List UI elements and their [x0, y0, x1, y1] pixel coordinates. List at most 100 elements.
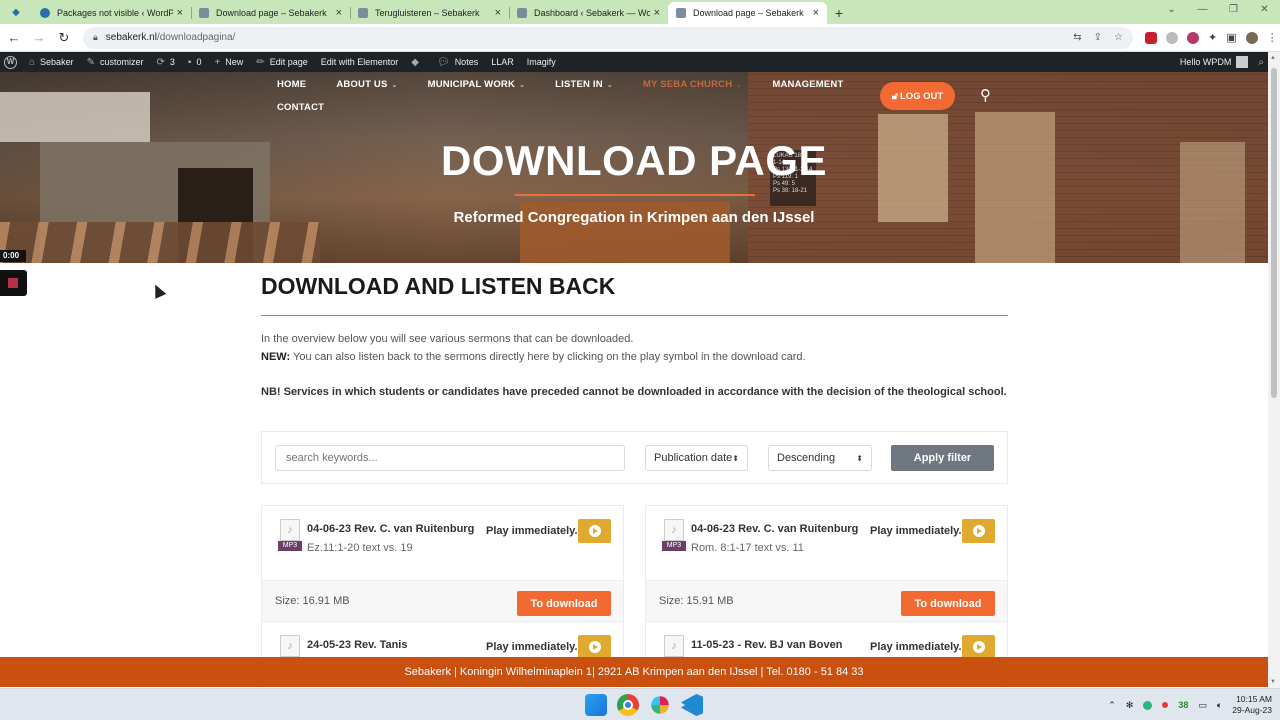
play-button[interactable]	[962, 519, 995, 543]
close-tab-icon[interactable]: ×	[813, 7, 819, 19]
lock-icon[interactable]: 🔒︎	[93, 32, 98, 43]
play-button[interactable]	[578, 635, 611, 659]
close-window-icon[interactable]: ✕	[1249, 0, 1280, 24]
address-bar[interactable]: 🔒︎ sebakerk.nl/downloadpagina/ ⇆ ⇪ ☆	[83, 26, 1133, 49]
browser-tab-5-active[interactable]: Download page – Sebakerk ×	[668, 2, 827, 24]
adminbar-notes[interactable]: 💬︎ Notes	[437, 57, 478, 68]
adminbar-customizer[interactable]: ✎ customizer	[87, 57, 144, 68]
slack-tray-icon[interactable]: ✻	[1126, 700, 1134, 711]
browser-menu-icon[interactable]: ⋮	[1267, 31, 1278, 44]
side-panel-icon[interactable]: ▣	[1226, 31, 1236, 44]
wordpress-logo-icon[interactable]: W	[4, 55, 17, 69]
play-button[interactable]	[962, 635, 995, 659]
nav-municipal-work[interactable]: MUNICIPAL WORK ⌄	[428, 79, 526, 90]
share-icon[interactable]: ⇪	[1094, 32, 1102, 43]
close-tab-icon[interactable]: ×	[495, 7, 501, 19]
download-button[interactable]: To download	[901, 591, 995, 616]
nav-management[interactable]: MANAGEMENT	[772, 79, 843, 90]
adminbar-imagify[interactable]: Imagify	[527, 57, 556, 67]
minimize-icon[interactable]: —	[1187, 0, 1218, 24]
translate-icon[interactable]: ⇆	[1073, 32, 1081, 43]
adminbar-site[interactable]: ⌂ Sebaker	[29, 57, 74, 68]
new-tab-icon[interactable]: +	[827, 2, 851, 24]
comment-icon: ▪	[187, 56, 192, 68]
reload-icon[interactable]: ↻	[53, 30, 75, 46]
logout-label: LOG OUT	[899, 90, 944, 102]
diamond-icon: ◆	[411, 56, 419, 68]
chevron-up-icon[interactable]: ⌃	[1108, 700, 1116, 711]
adminbar-diamond[interactable]: ◆	[411, 57, 424, 68]
page-scrollbar[interactable]: ▲ ▼	[1268, 52, 1280, 688]
chevron-down-icon[interactable]: ⌄	[1156, 0, 1187, 24]
search-input[interactable]	[275, 445, 625, 471]
play-button[interactable]	[578, 519, 611, 543]
slack-icon[interactable]	[651, 696, 669, 714]
nav-my-seba-church[interactable]: MY SEBA CHURCH ⌄	[643, 79, 742, 90]
nav-contact[interactable]: CONTACT	[277, 102, 324, 113]
tray-count[interactable]: 38	[1178, 700, 1188, 710]
adminbar-llar[interactable]: LLAR	[491, 57, 514, 67]
windows-taskbar: ⌃ ✻ 38 ▭ 🔈︎ 10:15 AM 29-Aug-23	[0, 688, 1280, 720]
browser-tab-4[interactable]: Dashboard ‹ Sebakerk — WordPress ×	[509, 2, 668, 24]
adminbar-search-icon[interactable]: ⌕	[1258, 57, 1264, 68]
sermon-title[interactable]: 11-05-23 - Rev. BJ van Boven	[691, 639, 842, 651]
avatar[interactable]	[1236, 56, 1249, 68]
music-note-icon: ♪	[664, 519, 684, 541]
bookmark-star-icon[interactable]: ☆	[1114, 32, 1123, 43]
nav-home[interactable]: HOME	[277, 79, 306, 90]
apply-filter-button[interactable]: Apply filter	[891, 445, 994, 471]
play-label: Play immediately.	[870, 641, 962, 653]
browser-tab-3[interactable]: Terugluisteren – Sebakerk ×	[350, 2, 509, 24]
browser-tab-2[interactable]: Download page – Sebakerk ×	[191, 2, 350, 24]
card-footer: Size: 16.91 MB To download	[262, 580, 623, 624]
user-avatar-icon[interactable]	[1245, 31, 1258, 44]
chrome-icon[interactable]	[617, 694, 639, 716]
volume-icon[interactable]: 🔈︎	[1217, 700, 1222, 711]
browser-tab-1[interactable]: Packages not visible ‹ WordPress ×	[32, 2, 191, 24]
download-button[interactable]: To download	[517, 591, 611, 616]
close-tab-icon[interactable]: ×	[177, 7, 183, 19]
page-title: DOWNLOAD PAGE	[440, 137, 828, 184]
browser-tab-bar: ◆ Packages not visible ‹ WordPress × Dow…	[0, 0, 1280, 24]
status-tray-icon[interactable]	[1143, 700, 1153, 710]
clock[interactable]: 10:15 AM 29-Aug-23	[1232, 694, 1272, 716]
adminbar-greeting[interactable]: Hello WPDM	[1180, 57, 1232, 67]
adminbar-new[interactable]: + New	[214, 57, 243, 68]
extension-profile-icon[interactable]	[1187, 31, 1199, 44]
recording-timer: 0:00	[0, 250, 26, 262]
extension-red-icon[interactable]	[1145, 31, 1157, 44]
extension-cloud-icon[interactable]	[1166, 31, 1178, 44]
close-tab-icon[interactable]: ×	[654, 7, 660, 19]
plus-icon: +	[214, 56, 221, 68]
order-select[interactable]: Descending ⬍	[768, 445, 872, 471]
network-icon[interactable]: ▭	[1198, 700, 1207, 711]
vscode-icon[interactable]	[681, 694, 703, 716]
adminbar-edit-page[interactable]: ✏ Edit page	[256, 57, 307, 68]
recording-stop-button[interactable]	[0, 270, 27, 296]
forward-icon[interactable]: →	[28, 30, 50, 45]
adminbar-updates[interactable]: ⟳ 3	[156, 57, 174, 68]
windows-start-icon[interactable]	[585, 694, 607, 716]
extensions-puzzle-icon[interactable]: ✦	[1208, 31, 1217, 44]
back-icon[interactable]: ←	[3, 30, 25, 45]
site-search-icon[interactable]: ⚲	[980, 86, 991, 104]
close-tab-icon[interactable]: ×	[336, 7, 342, 19]
nav-listen-in[interactable]: LISTEN IN ⌄	[555, 79, 613, 90]
restore-icon[interactable]: ❐	[1218, 0, 1249, 24]
adminbar-comments[interactable]: ▪ 0	[188, 57, 202, 68]
download-card: ♪ MP3 04-06-23 Rev. C. van Ruitenburg Ez.…	[261, 505, 624, 625]
new-feature-body: You can also listen back to the sermons …	[290, 351, 806, 363]
sermon-title[interactable]: 24-05-23 Rev. Tanis	[307, 639, 407, 651]
url-domain: sebakerk.nl	[105, 32, 157, 43]
scroll-up-icon[interactable]: ▲	[1270, 55, 1276, 61]
adminbar-elementor[interactable]: Edit with Elementor	[321, 57, 399, 67]
sermon-title[interactable]: 04-06-23 Rev. C. van Ruitenburg	[691, 523, 858, 535]
sermon-title[interactable]: 04-06-23 Rev. C. van Ruitenburg	[307, 523, 474, 535]
scroll-down-icon[interactable]: ▼	[1270, 679, 1276, 685]
nav-about-us[interactable]: ABOUT US ⌄	[336, 79, 397, 90]
tab-search-icon[interactable]: ◆	[0, 0, 32, 24]
logout-button[interactable]: 🔓︎ LOG OUT	[880, 82, 955, 110]
sort-by-select[interactable]: Publication date ⬍	[645, 445, 748, 471]
recording-tray-icon[interactable]	[1162, 702, 1169, 708]
scrollbar-thumb[interactable]	[1271, 68, 1277, 398]
